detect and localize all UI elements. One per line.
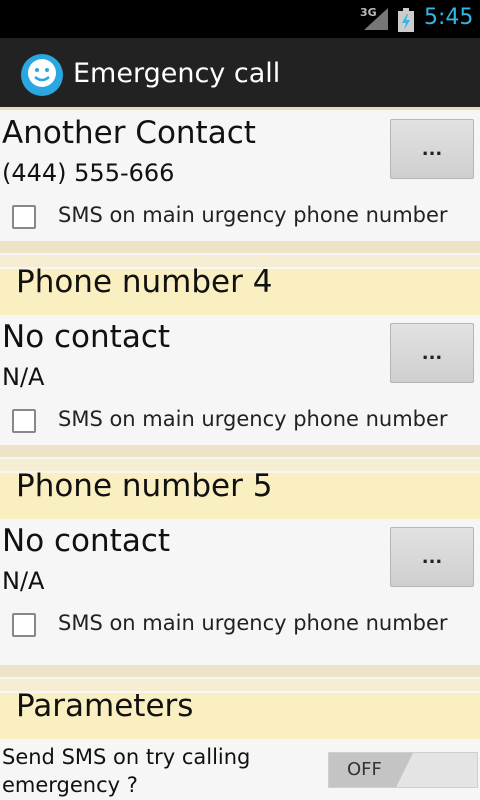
section-title: Phone number 4 <box>16 264 273 300</box>
send-sms-setting-label: Send SMS on try calling emergency ? <box>2 745 251 797</box>
send-sms-toggle[interactable]: OFF <box>328 752 478 788</box>
contact-entry-3: Another Contact (444) 555-666 ... SMS on… <box>0 113 480 241</box>
contact-entry-5: No contact N/A ... SMS on main urgency p… <box>0 521 480 665</box>
sms-option-row[interactable]: SMS on main urgency phone number <box>0 605 480 645</box>
contact-name: No contact <box>2 523 171 559</box>
action-bar: Emergency call <box>0 38 480 110</box>
choose-contact-button[interactable]: ... <box>390 527 474 587</box>
toggle-state-label: OFF <box>347 759 382 780</box>
section-header-phone-number-5: Phone number 5 <box>0 445 480 519</box>
send-sms-setting-row: Send SMS on try calling emergency ? OFF <box>0 740 480 800</box>
battery-charging-icon <box>398 8 414 32</box>
contact-name: No contact <box>2 319 171 355</box>
status-bar: 3G 5:45 <box>0 0 480 38</box>
section-header-parameters: Parameters <box>0 665 480 739</box>
clock: 5:45 <box>424 5 474 30</box>
sms-checkbox[interactable] <box>12 409 36 433</box>
contact-name: Another Contact <box>2 115 256 151</box>
contact-phone-number: (444) 555-666 <box>2 159 175 187</box>
section-title: Phone number 5 <box>16 468 273 504</box>
sms-option-row[interactable]: SMS on main urgency phone number <box>0 197 480 237</box>
contact-entry-4: No contact N/A ... SMS on main urgency p… <box>0 317 480 445</box>
signal-icon <box>364 8 388 30</box>
sms-checkbox-label: SMS on main urgency phone number <box>58 407 448 431</box>
sms-checkbox-label: SMS on main urgency phone number <box>58 611 448 635</box>
app-logo-icon[interactable] <box>20 53 64 97</box>
contact-phone-number: N/A <box>2 567 45 595</box>
sms-checkbox-label: SMS on main urgency phone number <box>58 203 448 227</box>
section-title: Parameters <box>16 688 194 724</box>
sms-option-row[interactable]: SMS on main urgency phone number <box>0 401 480 441</box>
sms-checkbox[interactable] <box>12 205 36 229</box>
choose-contact-button[interactable]: ... <box>390 119 474 179</box>
page-title: Emergency call <box>73 58 281 89</box>
contact-phone-number: N/A <box>2 363 45 391</box>
sms-checkbox[interactable] <box>12 613 36 637</box>
choose-contact-button[interactable]: ... <box>390 323 474 383</box>
section-header-phone-number-4: Phone number 4 <box>0 241 480 315</box>
